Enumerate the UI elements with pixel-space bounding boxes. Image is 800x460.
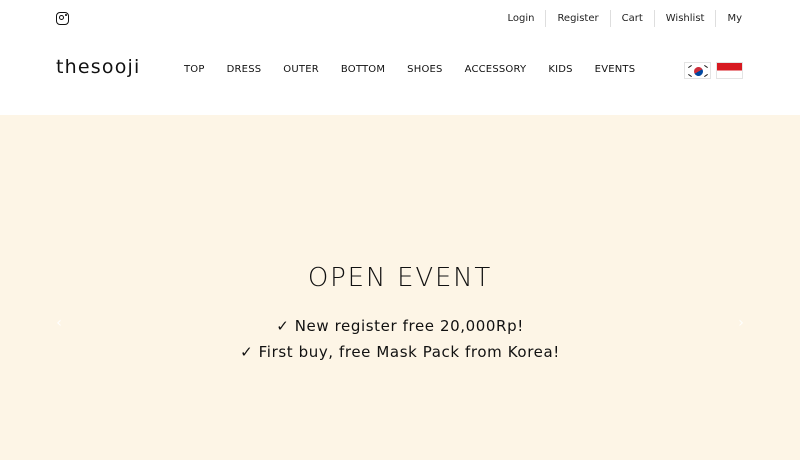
register-link[interactable]: Register — [545, 10, 609, 27]
korea-flag-trigram — [704, 73, 708, 78]
main-navigation: TOP DRESS OUTER BOTTOM SHOES ACCESSORY K… — [173, 64, 646, 75]
instagram-icon-dot — [65, 14, 67, 16]
nav-item-bottom[interactable]: BOTTOM — [330, 64, 396, 75]
nav-item-shoes[interactable]: SHOES — [396, 64, 453, 75]
korea-flag-trigram — [704, 64, 708, 69]
cart-link[interactable]: Cart — [609, 10, 654, 27]
chevron-right-icon[interactable]: › — [736, 315, 746, 331]
hero-offer-register: ✓ New register free 20,000Rp! — [276, 317, 524, 335]
korea-flag-trigram — [688, 73, 692, 78]
instagram-icon[interactable] — [56, 12, 69, 25]
hero-banner: ‹ OPEN EVENT ✓ New register free 20,000R… — [0, 115, 800, 460]
nav-item-outer[interactable]: OUTER — [272, 64, 330, 75]
nav-item-top[interactable]: TOP — [173, 64, 216, 75]
site-header: thesooji TOP DRESS OUTER BOTTOM SHOES AC… — [0, 38, 800, 115]
utility-links: Login Register Cart Wishlist My — [496, 10, 742, 27]
instagram-icon-lens — [59, 15, 65, 21]
nav-item-events[interactable]: EVENTS — [584, 64, 647, 75]
top-utility-bar: Login Register Cart Wishlist My — [0, 0, 800, 38]
korea-flag-taegeuk — [691, 64, 705, 78]
hero-offer-first-buy: ✓ First buy, free Mask Pack from Korea! — [240, 343, 560, 361]
nav-item-kids[interactable]: KIDS — [537, 64, 583, 75]
korea-flag-trigram — [688, 64, 692, 69]
wishlist-link[interactable]: Wishlist — [653, 10, 716, 27]
nav-item-accessory[interactable]: ACCESSORY — [454, 64, 538, 75]
hero-title: OPEN EVENT — [307, 263, 493, 293]
my-page-link[interactable]: My — [715, 10, 742, 27]
indonesia-flag-icon[interactable] — [716, 62, 743, 79]
nav-item-dress[interactable]: DRESS — [216, 64, 273, 75]
site-logo[interactable]: thesooji — [56, 56, 141, 78]
korea-flag-icon[interactable] — [684, 62, 711, 79]
login-link[interactable]: Login — [496, 10, 545, 27]
